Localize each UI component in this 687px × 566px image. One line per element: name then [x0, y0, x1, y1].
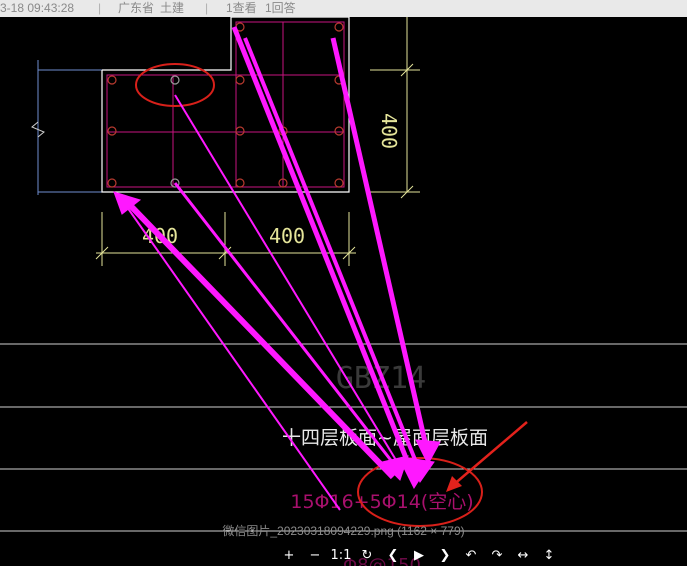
column-outline	[101, 17, 350, 193]
separator: |	[205, 1, 209, 15]
rebar-spec-label: 15Φ16+5Φ14(空心)	[290, 491, 473, 513]
post-date: 3-18 09:43:28	[0, 1, 75, 15]
zoom-in-button[interactable]: +	[276, 546, 302, 566]
cad-drawing-image: 400 400 400 GBZ14 十四层板面~屋面层板面 15Φ16+5Φ14…	[0, 17, 687, 566]
rotate-icon[interactable]: ↻	[354, 546, 380, 566]
actual-size-button[interactable]: 1:1	[328, 546, 354, 566]
separator: |	[98, 1, 102, 15]
top-info-bar: 3-18 09:43:28 | 广东省 土建 | 1查看 1回答	[0, 0, 687, 17]
view-count: 1查看	[226, 1, 257, 15]
dimension-vertical-label: 400	[377, 113, 401, 149]
post-trade[interactable]: 土建	[160, 0, 184, 17]
fit-width-icon[interactable]: ↔	[510, 546, 536, 566]
undo-icon[interactable]: ↶	[458, 546, 484, 566]
floor-range-label: 十四层板面~屋面层板面	[282, 427, 488, 449]
previous-icon[interactable]: ❮	[380, 546, 406, 566]
vertical-dimension	[370, 17, 420, 199]
next-icon[interactable]: ❯	[432, 546, 458, 566]
viewer-toolbar: + − 1:1 ↻ ❮ ▶ ❯ ↶ ↷ ↔ ↕	[276, 546, 562, 566]
zoom-out-button[interactable]: −	[302, 546, 328, 566]
dimension-right-label: 400	[269, 224, 305, 248]
redo-icon[interactable]: ↷	[484, 546, 510, 566]
fit-height-icon[interactable]: ↕	[536, 546, 562, 566]
stirrup-lines	[106, 21, 345, 188]
play-icon[interactable]: ▶	[406, 546, 432, 566]
wall-edge	[31, 60, 102, 195]
cad-drawing-canvas: 400 400 400 GBZ14 十四层板面~屋面层板面 15Φ16+5Φ14…	[0, 17, 687, 566]
reply-count: 1回答	[265, 1, 296, 15]
image-caption: 微信图片_20230318094229.png (1162 × 779)	[222, 524, 465, 538]
post-region[interactable]: 广东省	[118, 0, 154, 17]
rebar-points	[107, 22, 344, 188]
